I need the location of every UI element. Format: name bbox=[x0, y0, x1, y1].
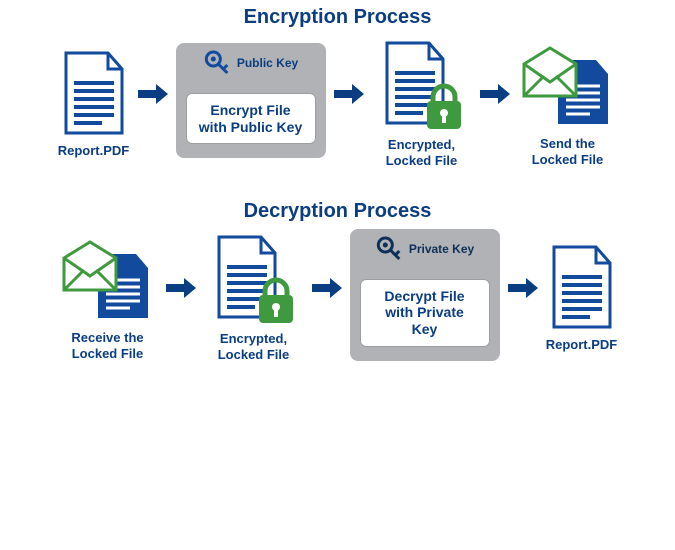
private-key-icon bbox=[375, 235, 403, 263]
encrypted-document-node: Encrypted, Locked File bbox=[372, 39, 472, 168]
private-key-label: Private Key bbox=[409, 242, 474, 256]
plain-document-node: Report.PDF bbox=[58, 49, 130, 159]
arrow-icon bbox=[478, 82, 512, 106]
decryption-title: Decryption Process bbox=[0, 194, 675, 233]
arrow-icon bbox=[332, 82, 366, 106]
document-icon bbox=[58, 49, 130, 137]
document-icon bbox=[546, 243, 618, 331]
plain-doc-output-caption: Report.PDF bbox=[546, 337, 618, 353]
encrypted-document-node: Encrypted, Locked File bbox=[204, 233, 304, 362]
send-file-node: Send the Locked File bbox=[518, 40, 618, 167]
arrow-icon bbox=[164, 276, 198, 300]
arrow-icon bbox=[310, 276, 344, 300]
encryption-title: Encryption Process bbox=[0, 0, 675, 39]
receive-caption: Receive the Locked File bbox=[58, 330, 158, 361]
decryption-row: Receive the Locked File Encry bbox=[0, 233, 675, 362]
encrypt-process-label: Encrypt File with Public Key bbox=[186, 93, 316, 145]
arrow-icon bbox=[506, 276, 540, 300]
send-mail-icon bbox=[520, 40, 616, 130]
encrypt-process-box: Public Key Encrypt File with Public Key bbox=[176, 43, 326, 159]
locked-document-icon bbox=[379, 39, 465, 131]
receive-file-node: Receive the Locked File bbox=[58, 234, 158, 361]
decrypt-process-label: Decrypt File with Private Key bbox=[360, 279, 490, 347]
arrow-icon bbox=[136, 82, 170, 106]
plain-document-output-node: Report.PDF bbox=[546, 243, 618, 353]
encrypted-doc-caption: Encrypted, Locked File bbox=[372, 137, 472, 168]
public-key-label: Public Key bbox=[237, 56, 298, 70]
receive-mail-icon bbox=[60, 234, 156, 324]
decrypt-process-box: Private Key Decrypt File with Private Ke… bbox=[350, 229, 500, 361]
send-caption: Send the Locked File bbox=[518, 136, 618, 167]
encrypted-doc-caption-2: Encrypted, Locked File bbox=[204, 331, 304, 362]
encryption-row: Report.PDF Public Key Encrypt File with … bbox=[0, 39, 675, 168]
locked-document-icon bbox=[211, 233, 297, 325]
plain-doc-caption: Report.PDF bbox=[58, 143, 130, 159]
public-key-icon bbox=[203, 49, 231, 77]
